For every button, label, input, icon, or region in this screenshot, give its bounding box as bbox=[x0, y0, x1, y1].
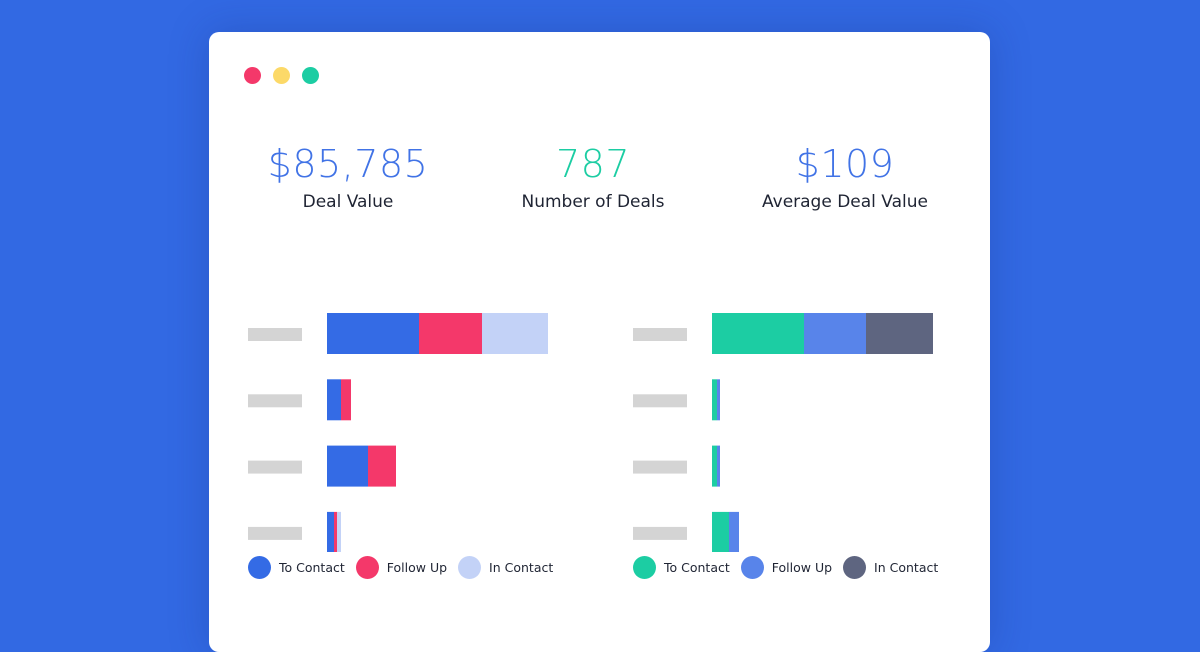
legend-label: In Contact bbox=[489, 560, 554, 575]
bar-segment-follow-up[interactable] bbox=[334, 511, 337, 552]
legend-label: To Contact bbox=[664, 560, 730, 575]
category-label-placeholder bbox=[633, 526, 687, 540]
bar-segment-to-contact[interactable] bbox=[712, 379, 717, 421]
category-label-placeholder bbox=[248, 394, 302, 408]
app-window: $85,785 Deal Value 787 Number of Deals $… bbox=[209, 32, 990, 652]
bar-segment-in-contact[interactable] bbox=[337, 511, 341, 552]
deal-value-bar-chart bbox=[248, 272, 568, 592]
legend-item-follow-up[interactable]: Follow Up bbox=[740, 556, 833, 579]
legend-label: Follow Up bbox=[771, 560, 833, 575]
chart-legend: To Contact Follow Up In Contact bbox=[248, 556, 564, 579]
bar-segment-follow-up[interactable] bbox=[729, 511, 739, 552]
kpi-value: 787 bbox=[555, 142, 631, 186]
legend-label: In Contact bbox=[874, 560, 939, 575]
legend-swatch-icon bbox=[843, 556, 867, 579]
kpi-label: Deal Value bbox=[302, 192, 394, 212]
bar-segment-to-contact[interactable] bbox=[712, 445, 717, 487]
category-label-placeholder bbox=[248, 526, 302, 540]
legend-item-follow-up[interactable]: Follow Up bbox=[355, 556, 448, 579]
maximize-window-icon[interactable] bbox=[302, 67, 319, 84]
kpi-value: $85,785 bbox=[267, 142, 429, 186]
bar-segment-follow-up[interactable] bbox=[804, 313, 866, 354]
legend-swatch-icon bbox=[355, 556, 379, 579]
category-label-placeholder bbox=[633, 328, 687, 341]
bar-segment-to-contact[interactable] bbox=[712, 511, 729, 552]
category-label-placeholder bbox=[633, 394, 687, 408]
legend-item-to-contact[interactable]: To Contact bbox=[248, 556, 345, 579]
kpi-label: Average Deal Value bbox=[762, 192, 928, 212]
legend-swatch-icon bbox=[633, 556, 656, 579]
legend-label: To Contact bbox=[279, 560, 345, 575]
kpi-label: Number of Deals bbox=[521, 192, 665, 212]
bar-segment-follow-up[interactable] bbox=[368, 445, 396, 487]
bar-segment-to-contact[interactable] bbox=[327, 511, 334, 552]
legend-label: Follow Up bbox=[386, 560, 448, 575]
kpi-average-deal-value: $109 Average Deal Value bbox=[715, 140, 975, 214]
chart-legend: To Contact Follow Up In Contact bbox=[633, 556, 949, 579]
bar-segment-follow-up[interactable] bbox=[717, 379, 720, 421]
bar-segment-follow-up[interactable] bbox=[717, 445, 720, 487]
bar-segment-to-contact[interactable] bbox=[327, 445, 368, 487]
kpi-deal-value: $85,785 Deal Value bbox=[218, 140, 478, 214]
minimize-window-icon[interactable] bbox=[273, 67, 290, 84]
bar-segment-to-contact[interactable] bbox=[712, 313, 804, 354]
bar-segment-in-contact[interactable] bbox=[482, 313, 548, 354]
bar-segment-to-contact[interactable] bbox=[327, 313, 419, 354]
kpi-value: $109 bbox=[795, 142, 895, 186]
category-label-placeholder bbox=[248, 328, 302, 341]
chart-svg bbox=[248, 313, 548, 552]
bar-segment-follow-up[interactable] bbox=[419, 313, 482, 354]
bar-segment-to-contact[interactable] bbox=[327, 379, 341, 421]
category-label-placeholder bbox=[248, 460, 302, 474]
legend-item-to-contact[interactable]: To Contact bbox=[633, 556, 730, 579]
close-window-icon[interactable] bbox=[244, 67, 261, 84]
deal-count-bar-chart bbox=[633, 272, 953, 592]
legend-swatch-icon bbox=[740, 556, 764, 579]
kpi-number-of-deals: 787 Number of Deals bbox=[463, 140, 723, 214]
bar-segment-in-contact[interactable] bbox=[866, 313, 933, 354]
bar-segment-follow-up[interactable] bbox=[341, 379, 351, 421]
legend-item-in-contact[interactable]: In Contact bbox=[843, 556, 938, 579]
category-label-placeholder bbox=[633, 460, 687, 474]
legend-swatch-icon bbox=[458, 556, 482, 579]
legend-swatch-icon bbox=[248, 556, 271, 579]
chart-svg bbox=[633, 313, 933, 552]
legend-item-in-contact[interactable]: In Contact bbox=[458, 556, 553, 579]
